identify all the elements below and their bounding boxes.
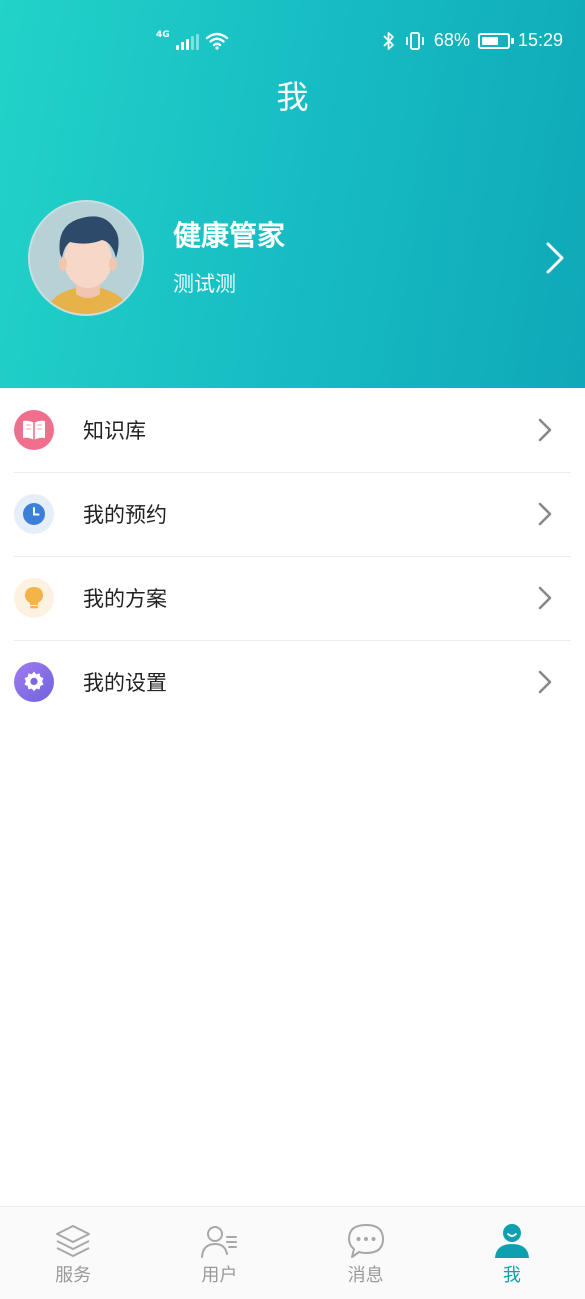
chevron-right-icon[interactable]	[542, 240, 568, 276]
profile-subtitle: 测试测	[173, 272, 236, 296]
network-type: 4G	[156, 30, 170, 40]
layers-icon	[56, 1225, 91, 1257]
gear-icon	[14, 662, 54, 702]
person-icon	[494, 1224, 529, 1258]
menu-item-plans[interactable]: 我的方案	[0, 556, 585, 640]
tab-label-messages: 消息	[347, 1265, 384, 1286]
clock-time: 15:29	[517, 30, 563, 50]
menu-label-appointments: 我的预约	[83, 503, 167, 527]
menu-label-knowledge-base: 知识库	[83, 419, 146, 443]
chat-bubble-icon	[347, 1224, 384, 1258]
tab-services[interactable]: 服务	[0, 1207, 146, 1299]
signal-icon	[175, 34, 199, 50]
menu-label-plans: 我的方案	[83, 587, 167, 611]
vibrate-icon	[406, 31, 424, 50]
menu-item-settings[interactable]: 我的设置	[0, 640, 585, 724]
network-status: 4G	[156, 30, 229, 50]
menu-item-knowledge-base[interactable]: 知识库	[0, 388, 585, 472]
book-icon	[14, 410, 54, 450]
profile-card[interactable]: 健康管家 测试测	[28, 200, 568, 316]
bluetooth-icon	[383, 31, 394, 50]
menu-item-appointments[interactable]: 我的预约	[0, 472, 585, 556]
tab-label-services: 服务	[55, 1265, 92, 1286]
status-right: 68% 15:29	[382, 30, 563, 51]
tab-users[interactable]: 用户	[146, 1207, 292, 1299]
tab-me[interactable]: 我	[439, 1207, 585, 1299]
menu-label-settings: 我的设置	[83, 671, 167, 695]
chevron-right-icon	[538, 502, 552, 526]
page-title: 我	[276, 78, 309, 116]
battery-icon	[477, 32, 514, 49]
wifi-icon	[205, 32, 228, 50]
tab-label-users: 用户	[201, 1265, 238, 1286]
chevron-right-icon	[538, 418, 552, 442]
battery-percent: 68%	[433, 30, 470, 50]
user-list-icon	[201, 1226, 238, 1258]
avatar[interactable]	[28, 200, 144, 316]
profile-name: 健康管家	[173, 219, 286, 252]
tab-messages[interactable]: 消息	[293, 1207, 439, 1299]
menu-list: 知识库 我的预约 我的方案 我的设置	[0, 388, 585, 724]
profile-header: 4G 68% 15:29 我 健康管家 测试测	[0, 0, 585, 388]
clock-icon	[14, 494, 54, 534]
chevron-right-icon	[538, 586, 552, 610]
chevron-right-icon	[538, 670, 552, 694]
tab-label-me: 我	[502, 1265, 521, 1286]
lightbulb-icon	[14, 578, 54, 618]
avatar-person-icon	[30, 202, 142, 314]
bottom-tab-bar: 服务 用户 消息 我	[0, 1206, 585, 1299]
